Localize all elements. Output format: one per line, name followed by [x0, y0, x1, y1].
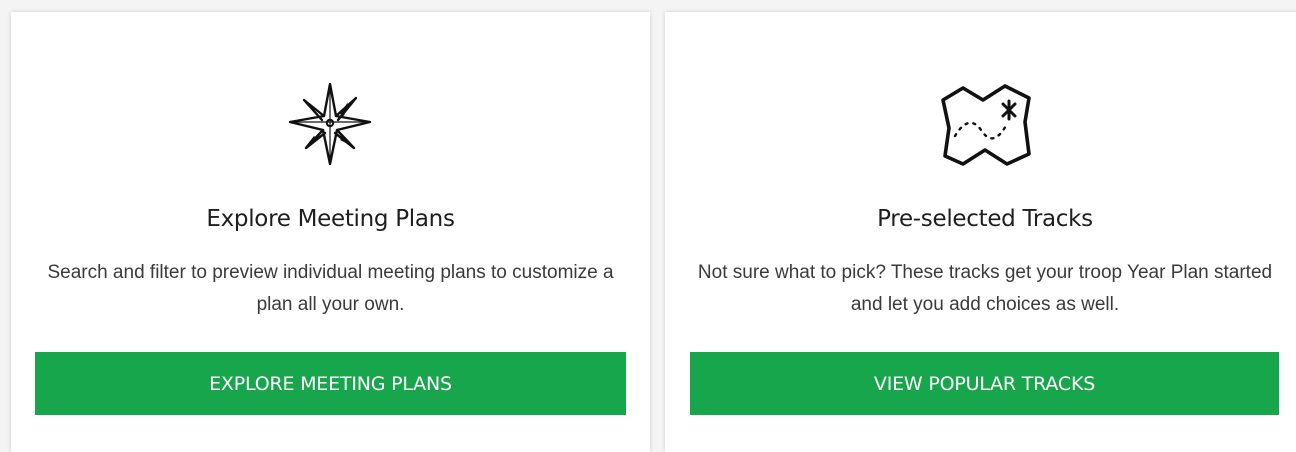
card-description: Not sure what to pick? These tracks get … — [697, 262, 1273, 315]
card-description: Search and filter to preview individual … — [47, 262, 614, 315]
card-title: Explore Meeting Plans — [206, 206, 455, 232]
view-popular-tracks-button[interactable]: VIEW POPULAR TRACKS — [690, 352, 1279, 415]
pre-selected-tracks-card: Pre-selected Tracks Not sure what to pic… — [665, 12, 1296, 452]
card-title: Pre-selected Tracks — [877, 206, 1093, 232]
compass-star-icon — [282, 78, 378, 174]
treasure-map-icon — [937, 78, 1033, 174]
explore-meeting-plans-button[interactable]: EXPLORE MEETING PLANS — [35, 352, 626, 415]
explore-meeting-plans-card: Explore Meeting Plans Search and filter … — [11, 12, 650, 452]
